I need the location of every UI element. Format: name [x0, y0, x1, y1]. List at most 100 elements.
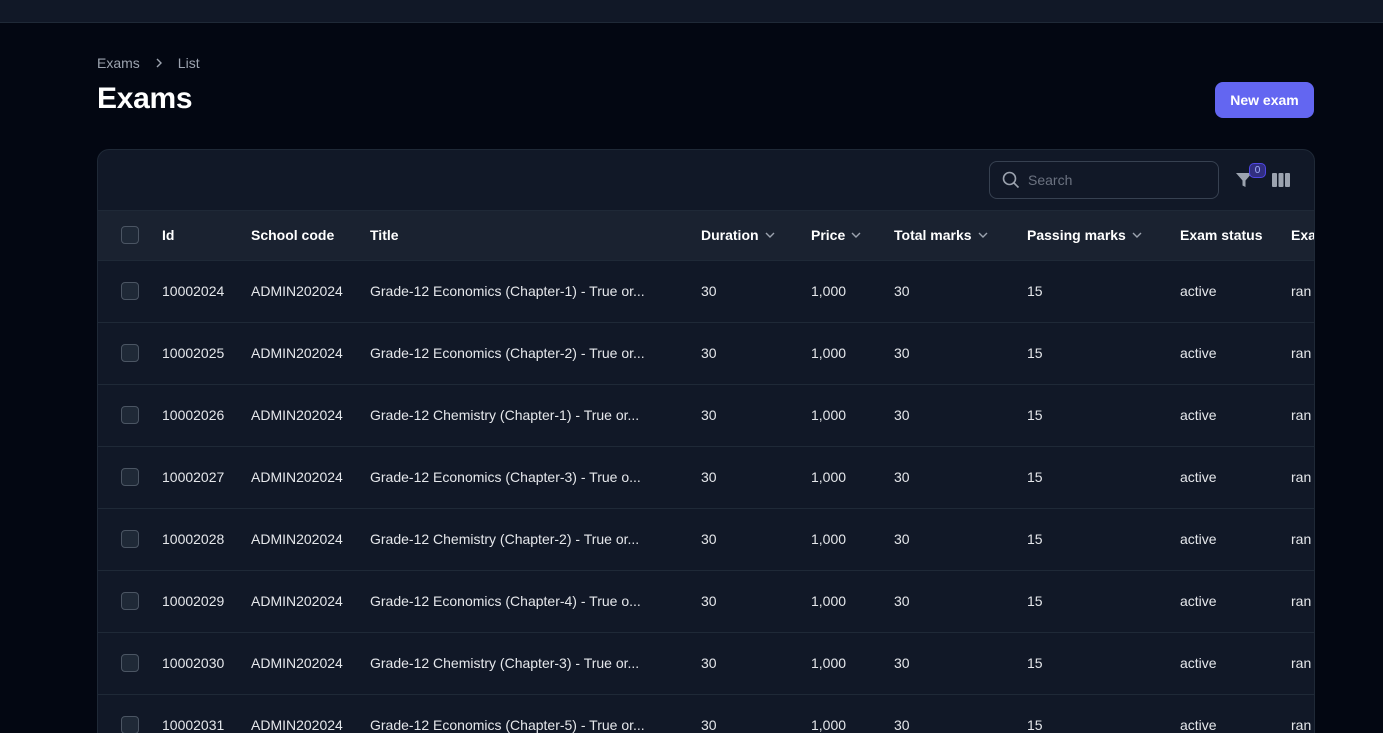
cell-exam-type: ran — [1291, 407, 1312, 423]
row-checkbox[interactable] — [121, 654, 139, 673]
table-row[interactable]: 10002030 ADMIN202024 Grade-12 Chemistry … — [98, 632, 1314, 694]
cell-id: 10002031 — [162, 717, 225, 733]
cell-school-code: ADMIN202024 — [251, 469, 343, 485]
column-header-total-marks[interactable]: Total marks — [894, 211, 1027, 260]
new-exam-button[interactable]: New exam — [1215, 82, 1314, 118]
table-row[interactable]: 10002029 ADMIN202024 Grade-12 Economics … — [98, 570, 1314, 632]
cell-total-marks: 30 — [894, 531, 910, 547]
cell-total-marks: 30 — [894, 655, 910, 671]
column-header-duration[interactable]: Duration — [701, 211, 811, 260]
cell-title: Grade-12 Chemistry (Chapter-3) - True or… — [370, 655, 640, 671]
table-header-row: Id School code Title Duration Price Tota… — [98, 211, 1314, 260]
columns-icon[interactable] — [1271, 172, 1291, 188]
cell-price: 1,000 — [811, 407, 847, 423]
cell-exam-status: active — [1180, 283, 1217, 299]
cell-exam-status: active — [1180, 717, 1217, 733]
cell-id: 10002030 — [162, 655, 225, 671]
cell-id: 10002027 — [162, 469, 225, 485]
row-checkbox[interactable] — [121, 468, 139, 487]
cell-passing-marks: 15 — [1027, 531, 1043, 547]
chevron-right-icon — [154, 58, 164, 68]
cell-price: 1,000 — [811, 531, 847, 547]
cell-total-marks: 30 — [894, 283, 910, 299]
row-checkbox[interactable] — [121, 282, 139, 301]
cell-price: 1,000 — [811, 593, 847, 609]
column-header-passing-marks[interactable]: Passing marks — [1027, 211, 1180, 260]
cell-school-code: ADMIN202024 — [251, 655, 343, 671]
filter-count-badge: 0 — [1249, 163, 1266, 178]
table-row[interactable]: 10002028 ADMIN202024 Grade-12 Chemistry … — [98, 508, 1314, 570]
cell-passing-marks: 15 — [1027, 469, 1043, 485]
row-checkbox[interactable] — [121, 716, 139, 733]
cell-exam-type: ran — [1291, 345, 1312, 361]
cell-price: 1,000 — [811, 283, 847, 299]
table-body: 10002024 ADMIN202024 Grade-12 Economics … — [98, 260, 1314, 733]
search-input[interactable] — [1028, 172, 1208, 188]
cell-passing-marks: 15 — [1027, 407, 1043, 423]
column-header-label: Duration — [701, 227, 759, 244]
cell-price: 1,000 — [811, 469, 847, 485]
cell-duration: 30 — [701, 407, 717, 423]
cell-exam-status: active — [1180, 345, 1217, 361]
cell-passing-marks: 15 — [1027, 593, 1043, 609]
cell-duration: 30 — [701, 655, 717, 671]
cell-exam-type: ran — [1291, 531, 1312, 547]
cell-duration: 30 — [701, 469, 717, 485]
column-header-label: Passing marks — [1027, 227, 1126, 244]
column-header-exam-status: Exam status — [1180, 227, 1263, 244]
cell-school-code: ADMIN202024 — [251, 283, 343, 299]
cell-duration: 30 — [701, 593, 717, 609]
chevron-down-icon — [765, 232, 775, 239]
cell-title: Grade-12 Chemistry (Chapter-2) - True or… — [370, 531, 640, 547]
cell-price: 1,000 — [811, 345, 847, 361]
cell-exam-status: active — [1180, 531, 1217, 547]
table-row[interactable]: 10002024 ADMIN202024 Grade-12 Economics … — [98, 260, 1314, 322]
table-toolbar: 0 — [98, 150, 1314, 211]
row-checkbox[interactable] — [121, 344, 139, 363]
top-navbar — [0, 0, 1383, 23]
cell-duration: 30 — [701, 531, 717, 547]
table-row[interactable]: 10002026 ADMIN202024 Grade-12 Chemistry … — [98, 384, 1314, 446]
cell-school-code: ADMIN202024 — [251, 531, 343, 547]
select-all-checkbox[interactable] — [121, 226, 139, 245]
column-header-price[interactable]: Price — [811, 211, 894, 260]
cell-total-marks: 30 — [894, 717, 910, 733]
exams-table-card: 0 Id School code Title Duration Price To… — [97, 149, 1315, 733]
cell-title: Grade-12 Economics (Chapter-1) - True or… — [370, 283, 645, 299]
cell-exam-type: ran — [1291, 655, 1312, 671]
cell-exam-status: active — [1180, 655, 1217, 671]
cell-duration: 30 — [701, 283, 717, 299]
row-checkbox[interactable] — [121, 530, 139, 549]
cell-title: Grade-12 Economics (Chapter-3) - True o.… — [370, 469, 641, 485]
cell-id: 10002024 — [162, 283, 225, 299]
column-header-id: Id — [162, 227, 175, 244]
chevron-down-icon — [978, 232, 988, 239]
table-row[interactable]: 10002031 ADMIN202024 Grade-12 Economics … — [98, 694, 1314, 733]
cell-passing-marks: 15 — [1027, 283, 1043, 299]
cell-total-marks: 30 — [894, 593, 910, 609]
cell-passing-marks: 15 — [1027, 717, 1043, 733]
table-row[interactable]: 10002027 ADMIN202024 Grade-12 Economics … — [98, 446, 1314, 508]
cell-passing-marks: 15 — [1027, 345, 1043, 361]
cell-price: 1,000 — [811, 655, 847, 671]
cell-exam-type: ran — [1291, 593, 1312, 609]
breadcrumb-exams-link[interactable]: Exams — [97, 55, 140, 71]
row-checkbox[interactable] — [121, 592, 139, 611]
column-header-label: Total marks — [894, 227, 972, 244]
cell-school-code: ADMIN202024 — [251, 593, 343, 609]
search-box — [989, 161, 1219, 199]
cell-id: 10002026 — [162, 407, 225, 423]
cell-total-marks: 30 — [894, 469, 910, 485]
cell-price: 1,000 — [811, 717, 847, 733]
cell-school-code: ADMIN202024 — [251, 345, 343, 361]
chevron-down-icon — [1132, 232, 1142, 239]
breadcrumb-current: List — [177, 55, 200, 71]
table-row[interactable]: 10002025 ADMIN202024 Grade-12 Economics … — [98, 322, 1314, 384]
cell-school-code: ADMIN202024 — [251, 717, 343, 733]
cell-school-code: ADMIN202024 — [251, 407, 343, 423]
cell-id: 10002029 — [162, 593, 225, 609]
column-header-title: Title — [370, 227, 399, 244]
search-icon — [1002, 171, 1020, 189]
row-checkbox[interactable] — [121, 406, 139, 425]
cell-id: 10002025 — [162, 345, 225, 361]
